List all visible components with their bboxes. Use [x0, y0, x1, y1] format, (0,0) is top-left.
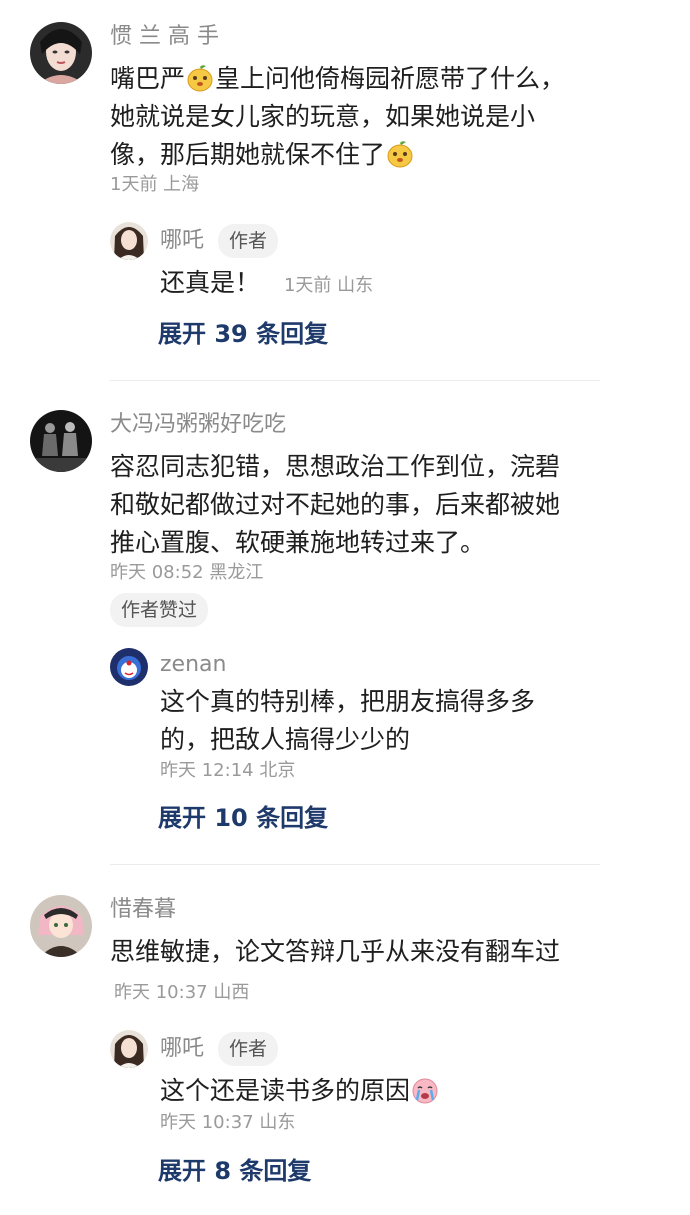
avatar[interactable] — [110, 1030, 148, 1068]
comment-text: 思维敏捷，论文答辩几乎从来没有翻车过 昨天 10:37 山西 — [110, 937, 561, 1003]
expand-replies-button[interactable]: 展开 39 条回复 — [158, 318, 328, 350]
comment-username[interactable]: 惯 兰 高 手 — [110, 22, 219, 52]
avatar[interactable] — [30, 22, 92, 84]
avatar[interactable] — [110, 222, 148, 260]
comment-meta: 1天前 上海 — [110, 174, 200, 195]
expand-replies-button[interactable]: 展开 10 条回复 — [158, 802, 328, 834]
author-badge: 作者 — [218, 224, 279, 258]
author-liked-badge: 作者赞过 — [110, 593, 209, 627]
reply-meta: 昨天 12:14 北京 — [160, 760, 296, 781]
avatar[interactable] — [30, 895, 92, 957]
comment-username[interactable]: 大冯冯粥粥好吃吃 — [110, 410, 286, 440]
comment-meta: 昨天 10:37 山西 — [114, 982, 250, 1003]
expand-replies-button[interactable]: 展开 8 条回复 — [158, 1155, 311, 1187]
reply-meta: 昨天 10:37 山东 — [160, 1112, 296, 1133]
avatar[interactable] — [110, 648, 148, 686]
crying-emoji — [411, 1076, 439, 1104]
comment-text: 容忍同志犯错，思想政治工作到位，浣碧和敬妃都做过对不起她的事，后来都被她推心置腹… — [110, 452, 561, 557]
reply-text: 这个真的特别棒，把朋友搞得多多的，把敌人搞得少少的 — [160, 687, 536, 754]
divider — [110, 864, 600, 865]
comment-meta: 昨天 08:52 黑龙江 — [110, 562, 264, 583]
comment-text: 嘴巴严 皇上问他倚梅园祈愿带了什么，她就说是女儿家的玩意，如果她说是小像，那后期她… — [110, 64, 566, 169]
author-badge: 作者 — [218, 1032, 279, 1066]
reply-text: 还真是！ 1天前 山东 — [160, 268, 374, 297]
reply-username[interactable]: zenan — [160, 650, 226, 680]
reply-meta: 1天前 山东 — [283, 275, 374, 296]
mango-smirk-emoji — [386, 140, 414, 168]
reply-username[interactable]: 哪吒 — [160, 226, 204, 256]
comment-username[interactable]: 惜春暮 — [110, 895, 176, 925]
reply-text: 这个还是读书多的原因 — [160, 1072, 590, 1110]
avatar[interactable] — [30, 410, 92, 472]
divider — [110, 380, 600, 381]
mango-smirk-emoji — [186, 64, 214, 92]
reply-username[interactable]: 哪吒 — [160, 1034, 204, 1064]
